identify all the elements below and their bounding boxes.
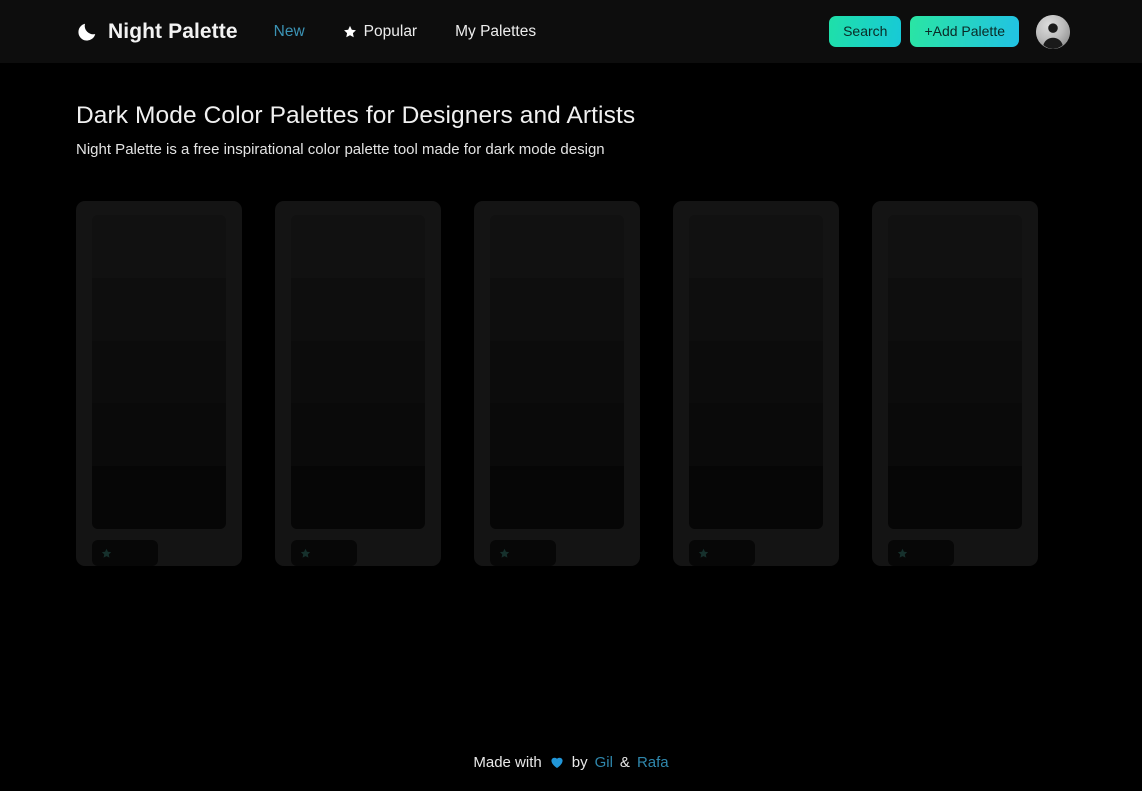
palette-card[interactable]	[275, 201, 441, 566]
palette-card-grid	[76, 201, 1066, 566]
user-avatar-icon[interactable]	[1036, 14, 1070, 49]
swatch-stack	[888, 215, 1022, 529]
color-swatch[interactable]	[291, 340, 425, 404]
footer-link-rafa[interactable]: Rafa	[637, 754, 669, 771]
favorite-button[interactable]	[490, 540, 556, 566]
page-subtitle: Night Palette is a free inspirational co…	[76, 141, 605, 158]
color-swatch[interactable]	[689, 403, 823, 467]
star-icon	[300, 548, 311, 558]
favorite-button[interactable]	[291, 540, 357, 566]
palette-card[interactable]	[76, 201, 242, 566]
footer-link-gil[interactable]: Gil	[595, 754, 613, 771]
color-swatch[interactable]	[92, 403, 226, 467]
color-swatch[interactable]	[490, 340, 624, 404]
color-swatch[interactable]	[689, 277, 823, 341]
nav-item-my-palettes[interactable]: My Palettes	[455, 23, 536, 41]
color-swatch[interactable]	[291, 277, 425, 341]
heart-icon	[551, 757, 563, 768]
color-swatch[interactable]	[490, 403, 624, 467]
color-swatch[interactable]	[92, 277, 226, 341]
nav-item-label: Popular	[363, 22, 418, 40]
nav-item-label: New	[273, 22, 305, 40]
color-swatch[interactable]	[92, 340, 226, 404]
favorite-button[interactable]	[689, 540, 755, 566]
page-title: Dark Mode Color Palettes for Designers a…	[76, 102, 636, 129]
star-icon	[343, 25, 356, 37]
brand-name: Night Palette	[108, 19, 238, 43]
star-icon	[698, 548, 709, 558]
color-swatch[interactable]	[689, 215, 823, 278]
palette-card[interactable]	[474, 201, 640, 566]
star-icon	[499, 548, 510, 558]
favorite-button[interactable]	[888, 540, 954, 566]
header-actions: Search +Add Palette	[829, 14, 1070, 49]
color-swatch[interactable]	[92, 466, 226, 529]
swatch-stack	[291, 215, 425, 529]
app-header: Night Palette New Popular My Palettes Se…	[0, 0, 1142, 63]
page-footer: Made with by Gil & Rafa	[0, 733, 1142, 791]
brand-logo[interactable]: Night Palette	[76, 20, 238, 44]
footer-made-with-label: Made with	[473, 753, 542, 771]
color-swatch[interactable]	[888, 215, 1022, 278]
swatch-stack	[689, 215, 823, 529]
color-swatch[interactable]	[888, 340, 1022, 404]
color-swatch[interactable]	[291, 403, 425, 467]
add-palette-button[interactable]: +Add Palette	[910, 16, 1019, 47]
color-swatch[interactable]	[888, 277, 1022, 341]
palette-card-footer	[689, 540, 823, 566]
swatch-stack	[92, 215, 226, 529]
footer-ampersand: &	[619, 753, 630, 771]
main-content: Dark Mode Color Palettes for Designers a…	[0, 102, 1142, 566]
nav-item-new[interactable]: New	[274, 23, 305, 41]
palette-card[interactable]	[872, 201, 1038, 566]
palette-card-footer	[92, 540, 226, 566]
palette-card-footer	[291, 540, 425, 566]
color-swatch[interactable]	[490, 215, 624, 278]
star-icon	[101, 548, 112, 558]
nav-item-popular[interactable]: Popular	[343, 23, 417, 41]
footer-by-label: by	[571, 753, 588, 771]
palette-card[interactable]	[673, 201, 839, 566]
footer-credit: Made with by Gil & Rafa	[473, 754, 668, 771]
nav-item-label: My Palettes	[455, 22, 537, 40]
moon-icon	[78, 23, 96, 41]
color-swatch[interactable]	[291, 215, 425, 278]
color-swatch[interactable]	[490, 466, 624, 529]
color-swatch[interactable]	[888, 466, 1022, 529]
swatch-stack	[490, 215, 624, 529]
color-swatch[interactable]	[291, 466, 425, 529]
palette-card-footer	[490, 540, 624, 566]
color-swatch[interactable]	[888, 403, 1022, 467]
palette-card-footer	[888, 540, 1022, 566]
color-swatch[interactable]	[689, 340, 823, 404]
color-swatch[interactable]	[92, 215, 226, 278]
star-icon	[897, 548, 908, 558]
color-swatch[interactable]	[689, 466, 823, 529]
favorite-button[interactable]	[92, 540, 158, 566]
search-button[interactable]: Search	[829, 16, 902, 47]
color-swatch[interactable]	[490, 277, 624, 341]
main-nav: New Popular My Palettes	[274, 23, 536, 41]
